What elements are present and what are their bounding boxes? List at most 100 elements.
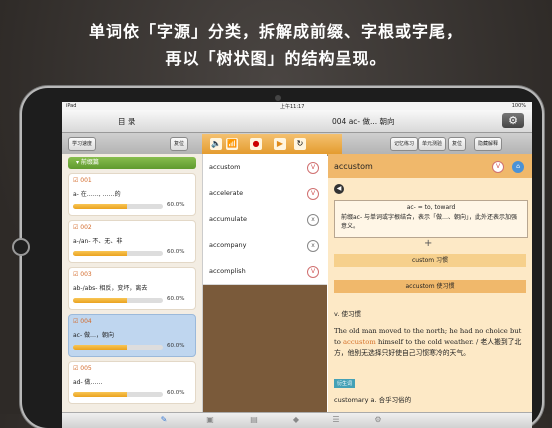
status-icon[interactable]: V bbox=[307, 188, 319, 200]
progress-bar bbox=[73, 251, 163, 256]
progress-fill bbox=[73, 345, 127, 350]
progress-fill bbox=[73, 392, 127, 397]
unit-test-button[interactable]: 单元测验 bbox=[418, 137, 447, 151]
plus-sign: + bbox=[424, 238, 433, 249]
status-bar: iPad 上午11:17 100% bbox=[62, 102, 532, 110]
home-button[interactable] bbox=[12, 238, 30, 256]
word-row[interactable]: accompany x bbox=[203, 232, 327, 259]
unit-card[interactable]: ☑ 004 ac- 做…，朝向 60.0% bbox=[68, 314, 196, 357]
detail-word: accustom bbox=[334, 162, 373, 171]
unit-number-row: ☑ 005 bbox=[73, 365, 92, 372]
unit-description: ab-/abs- 相反，变坏，离去 bbox=[73, 285, 148, 292]
reset-right-button[interactable]: 复位 bbox=[448, 137, 467, 151]
progress-bar bbox=[73, 392, 163, 397]
word-row[interactable]: accumulate x bbox=[203, 206, 327, 233]
progress-fill bbox=[73, 298, 127, 303]
definition: v. 使习惯 bbox=[334, 310, 361, 318]
unit-description: ad- 做…… bbox=[73, 379, 103, 386]
tab-bar: ✎ ▣ ▤ ◆ ☰ ⚙ bbox=[62, 412, 532, 428]
progress-bar bbox=[73, 298, 163, 303]
word-row[interactable]: accustom V bbox=[203, 154, 327, 181]
unit-card[interactable]: ☑ 003 ab-/abs- 相反，变坏，离去 60.0% bbox=[68, 267, 196, 310]
word-label: accompany bbox=[209, 241, 247, 249]
derivative-tag: 衍生词 bbox=[334, 379, 356, 388]
status-icon[interactable]: V bbox=[307, 162, 319, 174]
status-icon[interactable]: x bbox=[307, 214, 319, 226]
known-icon[interactable]: V bbox=[492, 161, 504, 173]
unit-number: 003 bbox=[80, 271, 92, 278]
detail-panel: accustom V ⌂ ◀ ac- = to, toward 前缀ac- 与单… bbox=[328, 154, 532, 428]
repeat-icon[interactable]: ↻ bbox=[294, 138, 306, 150]
tab-box-icon[interactable]: ▣ bbox=[204, 415, 216, 425]
unit-number: 001 bbox=[80, 177, 92, 184]
unit-number-row: ☑ 001 bbox=[73, 177, 92, 184]
word-row[interactable]: accomplish V bbox=[203, 258, 327, 285]
status-icon[interactable]: V bbox=[307, 266, 319, 278]
detail-header: accustom V ⌂ bbox=[328, 154, 532, 178]
unit-number: 005 bbox=[80, 365, 92, 372]
app-screen: iPad 上午11:17 100% 目 录 004 ac- 做... 朝向 ⚙ … bbox=[62, 102, 532, 428]
playback-controls: 🔈 📶 ● ▶ ↻ bbox=[202, 134, 342, 155]
record-icon[interactable]: ● bbox=[250, 138, 262, 150]
tab-gear-icon[interactable]: ⚙ bbox=[372, 415, 384, 425]
study-speed-button[interactable]: 学习速度 bbox=[68, 137, 97, 151]
word-list: accustom Vaccelerate Vaccumulate x accompany… bbox=[203, 154, 327, 428]
unit-description: a- 在……, ……的 bbox=[73, 191, 121, 198]
unit-number-row: ☑ 003 bbox=[73, 271, 92, 278]
progress-bar bbox=[73, 345, 163, 350]
root-part: custom 习惯 bbox=[334, 254, 526, 267]
progress-bar bbox=[73, 204, 163, 209]
ipad-frame: iPad 上午11:17 100% 目 录 004 ac- 做... 朝向 ⚙ … bbox=[12, 88, 542, 428]
progress-percent: 60.0% bbox=[167, 202, 185, 208]
unit-description: ac- 做…，朝向 bbox=[73, 332, 115, 339]
progress-percent: 60.0% bbox=[167, 296, 185, 302]
speaker-icon[interactable]: 🔈 bbox=[210, 138, 222, 150]
camera bbox=[275, 95, 281, 101]
sidebar: ▾ 前缀篇 ☑ 001 a- 在……, ……的 60.0% ☑ 002 a-/an- 不… bbox=[62, 154, 203, 428]
status-icon[interactable]: x bbox=[307, 240, 319, 252]
unit-number: 002 bbox=[80, 224, 92, 231]
unit-card[interactable]: ☑ 002 a-/an- 不、无、非 60.0% bbox=[68, 220, 196, 263]
navigation-bar: 目 录 004 ac- 做... 朝向 ⚙ bbox=[62, 110, 532, 133]
example-highlight: accustom bbox=[342, 338, 376, 346]
chart-icon[interactable]: 📶 bbox=[226, 138, 238, 150]
progress-fill bbox=[73, 251, 127, 256]
headline-line1: 单词依「字源」分类，拆解成前缀、字根或字尾， bbox=[88, 22, 463, 41]
progress-percent: 60.0% bbox=[167, 343, 185, 349]
gear-icon[interactable]: ⚙ bbox=[502, 113, 524, 128]
toolbar: 学习速度 复位 🔈 📶 ● ▶ ↻ 记忆练习 单元测验 复位 隐藏解释 bbox=[62, 133, 532, 156]
unit-card[interactable]: ☑ 005 ad- 做…… 60.0% bbox=[68, 361, 196, 404]
progress-percent: 60.0% bbox=[167, 390, 185, 396]
derivative-word: customary a. 合乎习俗的 bbox=[334, 396, 412, 404]
hide-explanation-button[interactable]: 隐藏解释 bbox=[474, 137, 503, 151]
headline-line2: 再以「树状图」的结构呈现。 bbox=[165, 49, 387, 68]
tab-tag-icon[interactable]: ◆ bbox=[290, 415, 302, 425]
unit-card[interactable]: ☑ 001 a- 在……, ……的 60.0% bbox=[68, 173, 196, 216]
nav-left-title: 目 录 bbox=[118, 117, 136, 126]
clock: 上午11:17 bbox=[280, 104, 305, 110]
word-label: accustom bbox=[209, 163, 241, 171]
word-row[interactable]: accelerate V bbox=[203, 180, 327, 207]
unit-description: a-/an- 不、无、非 bbox=[73, 238, 123, 245]
root-line1: ac- = to, toward bbox=[406, 204, 456, 211]
tab-book-icon[interactable]: ▤ bbox=[248, 415, 260, 425]
memory-practice-button[interactable]: 记忆练习 bbox=[390, 137, 419, 151]
progress-percent: 60.0% bbox=[167, 249, 185, 255]
progress-fill bbox=[73, 204, 127, 209]
tag-icon[interactable]: ⌂ bbox=[512, 161, 524, 173]
pronounce-icon[interactable]: ◀ bbox=[334, 184, 344, 194]
carrier-label: iPad bbox=[66, 103, 77, 109]
word-label: accumulate bbox=[209, 215, 248, 223]
example-sentence: The old man moved to the north; he had n… bbox=[334, 326, 528, 359]
unit-number: 004 bbox=[80, 318, 92, 325]
root-line2: 前缀ac- 与单词或字根结合，表示「做…、朝向」，此外还表示加强意义。 bbox=[341, 214, 518, 230]
tab-pen-icon[interactable]: ✎ bbox=[158, 415, 170, 425]
unit-number-row: ☑ 002 bbox=[73, 224, 92, 231]
play-icon[interactable]: ▶ bbox=[274, 138, 286, 150]
section-header[interactable]: ▾ 前缀篇 bbox=[68, 157, 196, 169]
reset-left-button[interactable]: 复位 bbox=[170, 137, 189, 151]
root-result: accustom 使习惯 bbox=[334, 280, 526, 293]
unit-number-row: ☑ 004 bbox=[73, 318, 92, 325]
tab-list-icon[interactable]: ☰ bbox=[330, 415, 342, 425]
word-label: accelerate bbox=[209, 189, 244, 197]
